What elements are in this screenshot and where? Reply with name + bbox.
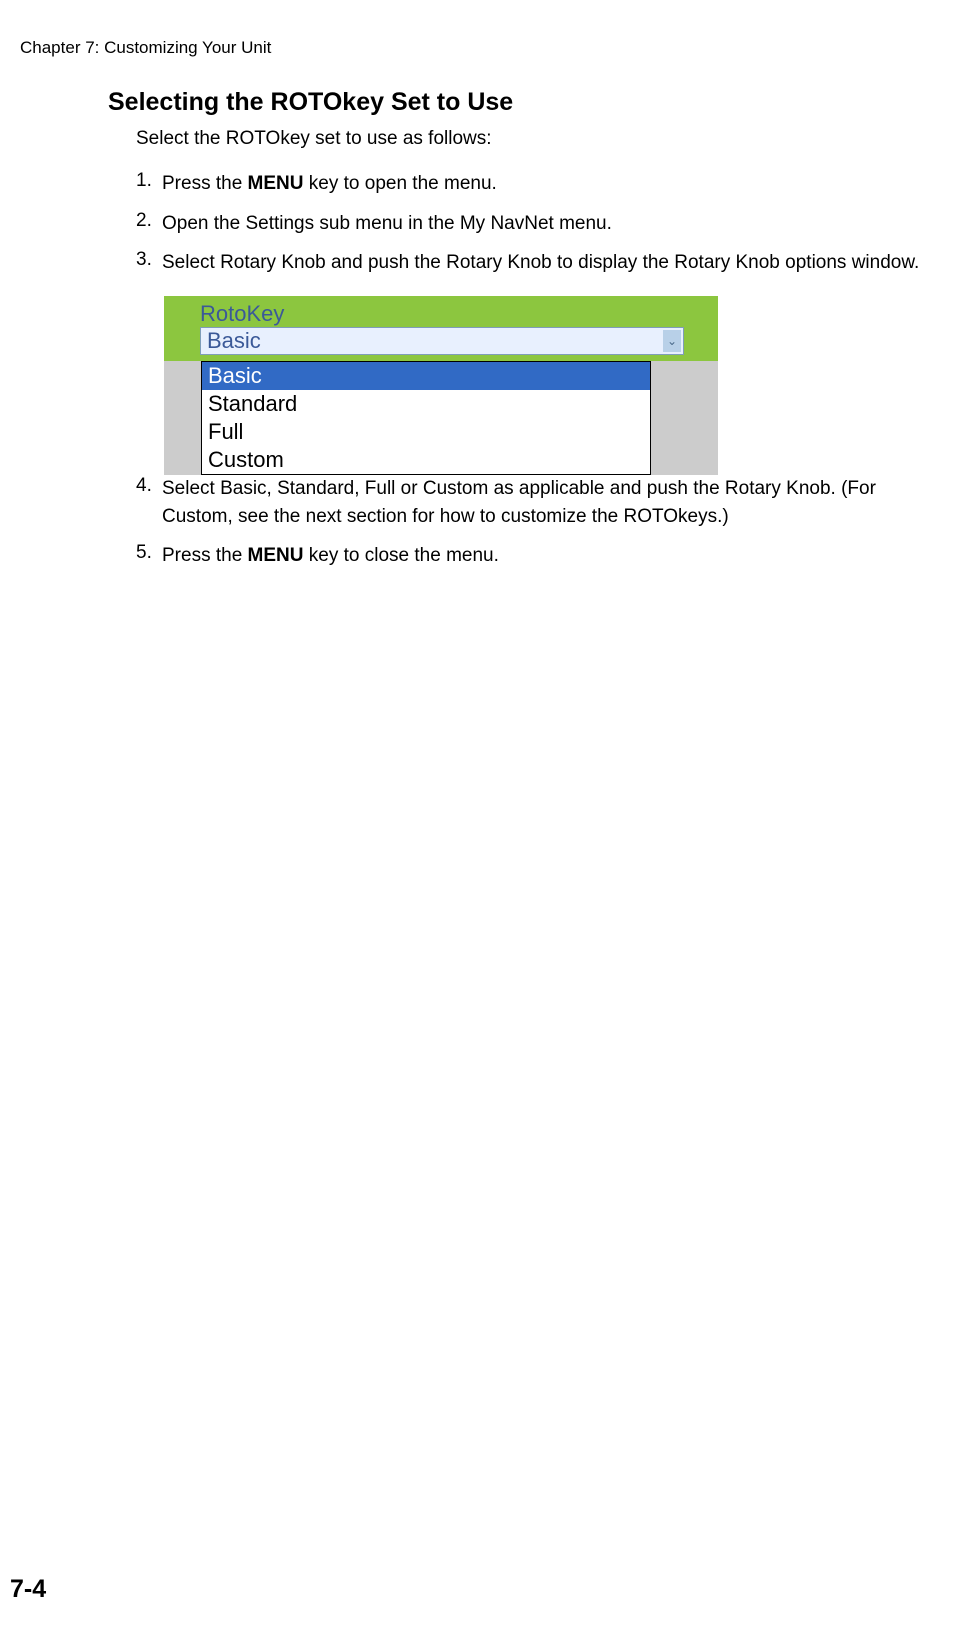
rotokey-figure: RotoKey Basic ⌄ Basic Standard Full Cust…	[164, 296, 718, 475]
section-title-text: Selecting the ROTOkey Set to Use	[108, 88, 513, 116]
page-number: 7-4	[10, 1575, 46, 1604]
chevron-down-icon[interactable]: ⌄	[663, 330, 681, 352]
step-number: 5.	[136, 542, 158, 570]
step-5-pre: Press the	[162, 545, 248, 566]
step-1-pre: Press the	[162, 173, 248, 194]
section-title: Selecting the ROTOkey Set to Use	[108, 88, 513, 117]
step-5: 5. Press the MENU key to close the menu.	[136, 542, 946, 570]
step-number: 2.	[136, 210, 158, 238]
step-text: Select Rotary Knob and push the Rotary K…	[162, 249, 946, 277]
step-list-top: 1. Press the MENU key to open the menu. …	[136, 170, 946, 289]
step-number: 4.	[136, 475, 158, 530]
step-5-bold: MENU	[248, 545, 304, 566]
step-1-bold: MENU	[248, 173, 304, 194]
step-list-bottom: 4. Select Basic, Standard, Full or Custo…	[136, 475, 946, 582]
rotokey-select[interactable]: Basic ⌄	[200, 327, 684, 355]
option-label: Full	[208, 419, 243, 444]
figure-select-row: Basic ⌄	[164, 327, 718, 361]
dropdown-option-custom[interactable]: Custom	[202, 446, 650, 474]
dropdown-option-standard[interactable]: Standard	[202, 390, 650, 418]
step-5-post: key to close the menu.	[304, 545, 499, 566]
option-label: Custom	[208, 447, 284, 472]
step-1-post: key to open the menu.	[304, 173, 497, 194]
intro-text-content: Select the ROTOkey set to use as follows…	[136, 128, 492, 149]
intro-text: Select the ROTOkey set to use as follows…	[136, 128, 492, 150]
step-1: 1. Press the MENU key to open the menu.	[136, 170, 946, 198]
step-4: 4. Select Basic, Standard, Full or Custo…	[136, 475, 946, 530]
figure-dropdown-area: Basic Standard Full Custom	[164, 361, 718, 475]
page-number-text: 7-4	[10, 1575, 46, 1603]
step-3: 3. Select Rotary Knob and push the Rotar…	[136, 249, 946, 277]
dropdown-option-basic[interactable]: Basic	[202, 362, 650, 390]
step-number: 1.	[136, 170, 158, 198]
rotokey-dropdown: Basic Standard Full Custom	[201, 361, 651, 475]
option-label: Basic	[208, 363, 262, 388]
rotokey-label: RotoKey	[200, 301, 284, 326]
chapter-header: Chapter 7: Customizing Your Unit	[20, 38, 271, 58]
step-text: Press the MENU key to close the menu.	[162, 542, 946, 570]
figure-header-row: RotoKey	[164, 296, 718, 327]
step-number: 3.	[136, 249, 158, 277]
step-2: 2. Open the Settings sub menu in the My …	[136, 210, 946, 238]
select-value: Basic	[207, 328, 261, 354]
chapter-header-text: Chapter 7: Customizing Your Unit	[20, 38, 271, 57]
option-label: Standard	[208, 391, 297, 416]
step-text: Select Basic, Standard, Full or Custom a…	[162, 475, 946, 530]
dropdown-option-full[interactable]: Full	[202, 418, 650, 446]
step-text: Open the Settings sub menu in the My Nav…	[162, 210, 946, 238]
figure-gray-spacer-left	[164, 361, 201, 475]
step-text: Press the MENU key to open the menu.	[162, 170, 946, 198]
figure-gray-spacer-right	[651, 361, 718, 475]
